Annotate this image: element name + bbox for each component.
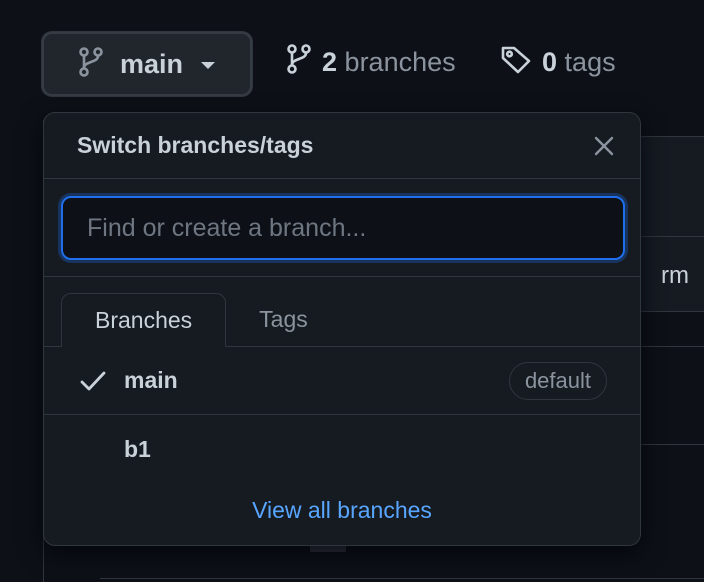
dropdown-header: Switch branches/tags	[44, 113, 640, 179]
filter-section	[44, 179, 640, 277]
tags-label: tags	[564, 47, 616, 77]
ref-type-tabs: Branches Tags	[44, 277, 640, 347]
check-icon	[78, 366, 108, 396]
branch-name: main	[124, 367, 178, 393]
tags-link[interactable]: 0 tags	[500, 44, 616, 81]
git-branch-icon	[286, 44, 312, 81]
close-button[interactable]	[590, 132, 618, 160]
tag-icon	[500, 44, 532, 81]
dropdown-title: Switch branches/tags	[77, 132, 314, 158]
branch-name: b1	[124, 435, 151, 462]
branch-item-b1[interactable]: b1	[44, 415, 640, 483]
branch-selector-button[interactable]: main	[42, 32, 252, 96]
branches-label: branches	[344, 47, 456, 77]
tab-tags[interactable]: Tags	[226, 292, 341, 346]
tab-branches[interactable]: Branches	[61, 293, 227, 347]
current-branch-label: main	[120, 48, 184, 79]
view-all-branches-link[interactable]: View all branches	[252, 497, 432, 523]
default-badge: default	[508, 361, 607, 400]
close-icon	[594, 136, 614, 155]
branches-link[interactable]: 2 branches	[286, 44, 456, 81]
branches-count: 2	[322, 47, 338, 77]
git-branch-icon	[78, 46, 104, 82]
branch-filter-input[interactable]	[61, 196, 625, 260]
tags-count: 0	[542, 47, 558, 77]
view-all-section: View all branches	[44, 483, 640, 524]
branch-item-main[interactable]: main default	[44, 347, 640, 415]
background-bottom-line	[100, 578, 704, 579]
chevron-down-icon	[201, 62, 216, 69]
background-partial-text: rm	[661, 262, 689, 289]
branch-switcher-dropdown: Switch branches/tags Branches Tags main	[43, 112, 641, 546]
repository-page: rm main 2 branches 0 tags Switch branche…	[0, 0, 704, 582]
